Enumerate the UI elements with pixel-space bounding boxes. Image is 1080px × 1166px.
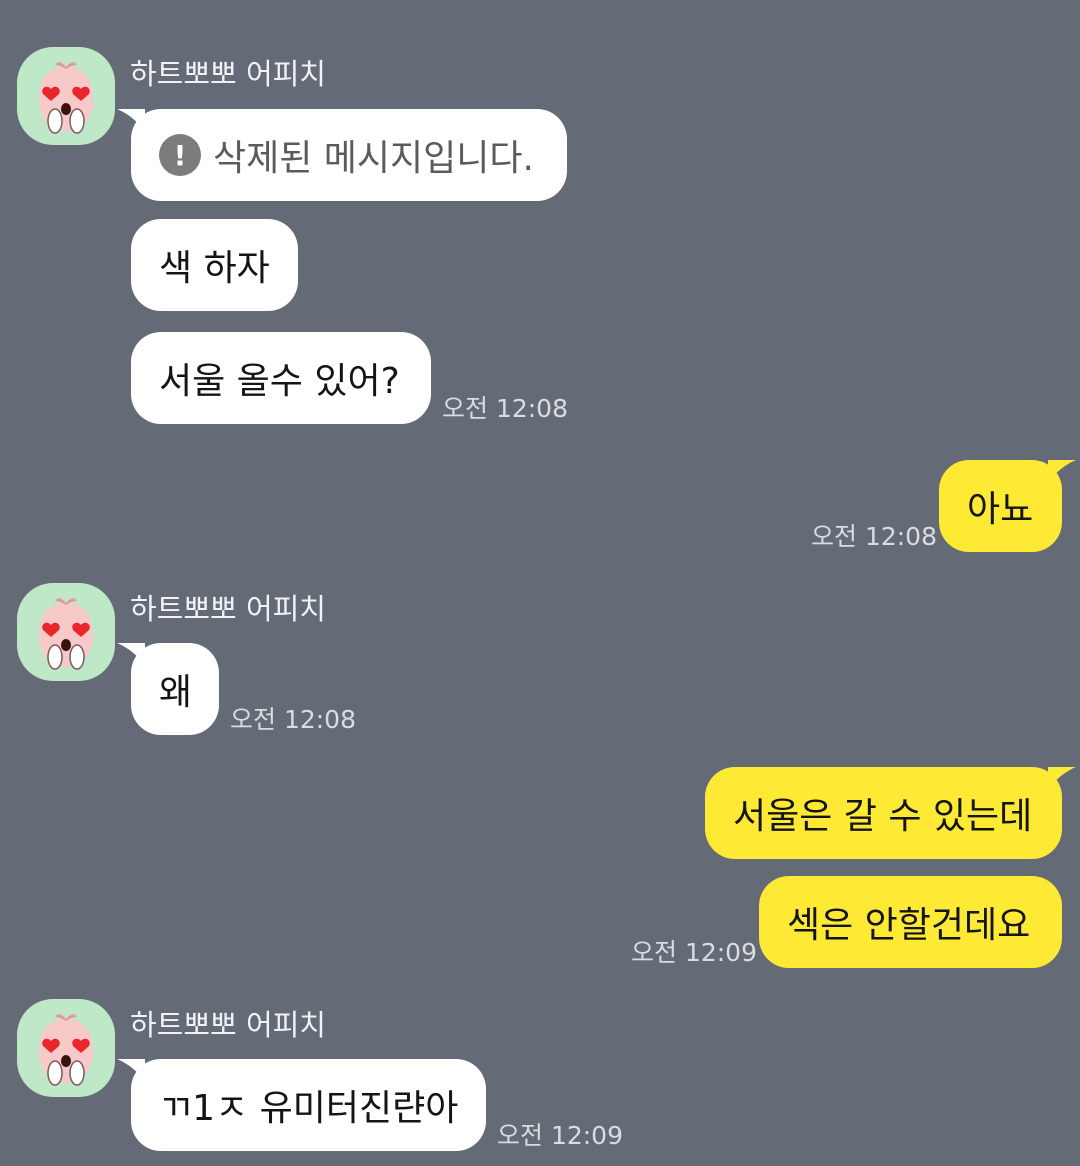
bubble-tail [1048,767,1076,789]
message-bubble[interactable]: 서울 올수 있어? [131,332,431,424]
message-text: 서울 올수 있어? [159,361,400,402]
sender-name: 하트뽀뽀 어피치 [130,592,326,626]
message-bubble-outgoing[interactable]: 아뇨 [939,460,1076,552]
sender-avatar[interactable] [17,583,115,681]
apeach-avatar-icon [38,597,94,670]
message-text: 섹은 안할건데요 [787,905,1031,946]
bubble-tail [117,1059,145,1081]
bubble-tail [117,643,145,665]
apeach-avatar-icon [38,1013,94,1086]
sender-avatar[interactable] [17,999,115,1097]
chat-screen: { "chat": { "sender_name": "하트뽀뽀 어피치", "… [0,0,1080,1166]
message-text: 삭제된 메시지입니다. [213,138,534,179]
message-bubble[interactable]: 색 하자 [131,219,298,311]
message-bubble[interactable]: 왜 [117,643,219,735]
sender-name: 하트뽀뽀 어피치 [130,57,326,91]
sender-avatar[interactable] [17,47,115,145]
exclamation-circle-icon: ! [159,134,201,176]
message-text: 왜 [159,672,193,713]
message-text: 서울은 갈 수 있는데 [733,796,1033,837]
message-time: 오전 12:08 [811,522,937,551]
message-bubble[interactable]: ㄲ1ㅈ 유미터진랸아 [117,1059,486,1151]
message-bubble-deleted[interactable]: ! 삭제된 메시지입니다. [117,109,567,201]
message-text: 색 하자 [159,248,270,289]
message-bubble-outgoing[interactable]: 섹은 안할건데요 [759,876,1062,968]
message-text: 아뇨 [967,489,1034,530]
message-text: ㄲ1ㅈ 유미터진랸아 [159,1088,459,1129]
message-bubble-outgoing[interactable]: 서울은 갈 수 있는데 [705,767,1076,859]
bubble-tail [1048,460,1076,482]
bubble-tail [117,109,145,131]
sender-name: 하트뽀뽀 어피치 [130,1008,326,1042]
message-time: 오전 12:09 [631,938,757,967]
message-time: 오전 12:08 [442,394,568,423]
message-time: 오전 12:08 [230,705,356,734]
apeach-avatar-icon [38,61,94,134]
message-time: 오전 12:09 [497,1121,623,1150]
